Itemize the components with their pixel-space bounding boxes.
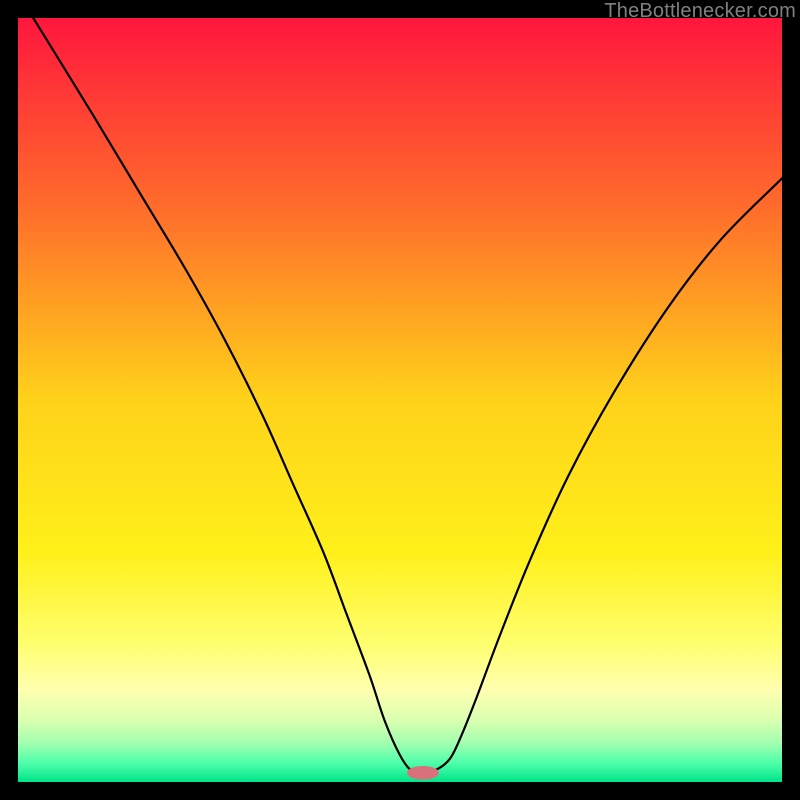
attribution-label: TheBottlenecker.com [604,0,796,23]
optimal-marker [407,766,439,780]
bottleneck-chart [18,18,782,782]
chart-frame: TheBottlenecker.com [0,0,800,800]
gradient-background [18,18,782,782]
plot-area [18,18,782,782]
